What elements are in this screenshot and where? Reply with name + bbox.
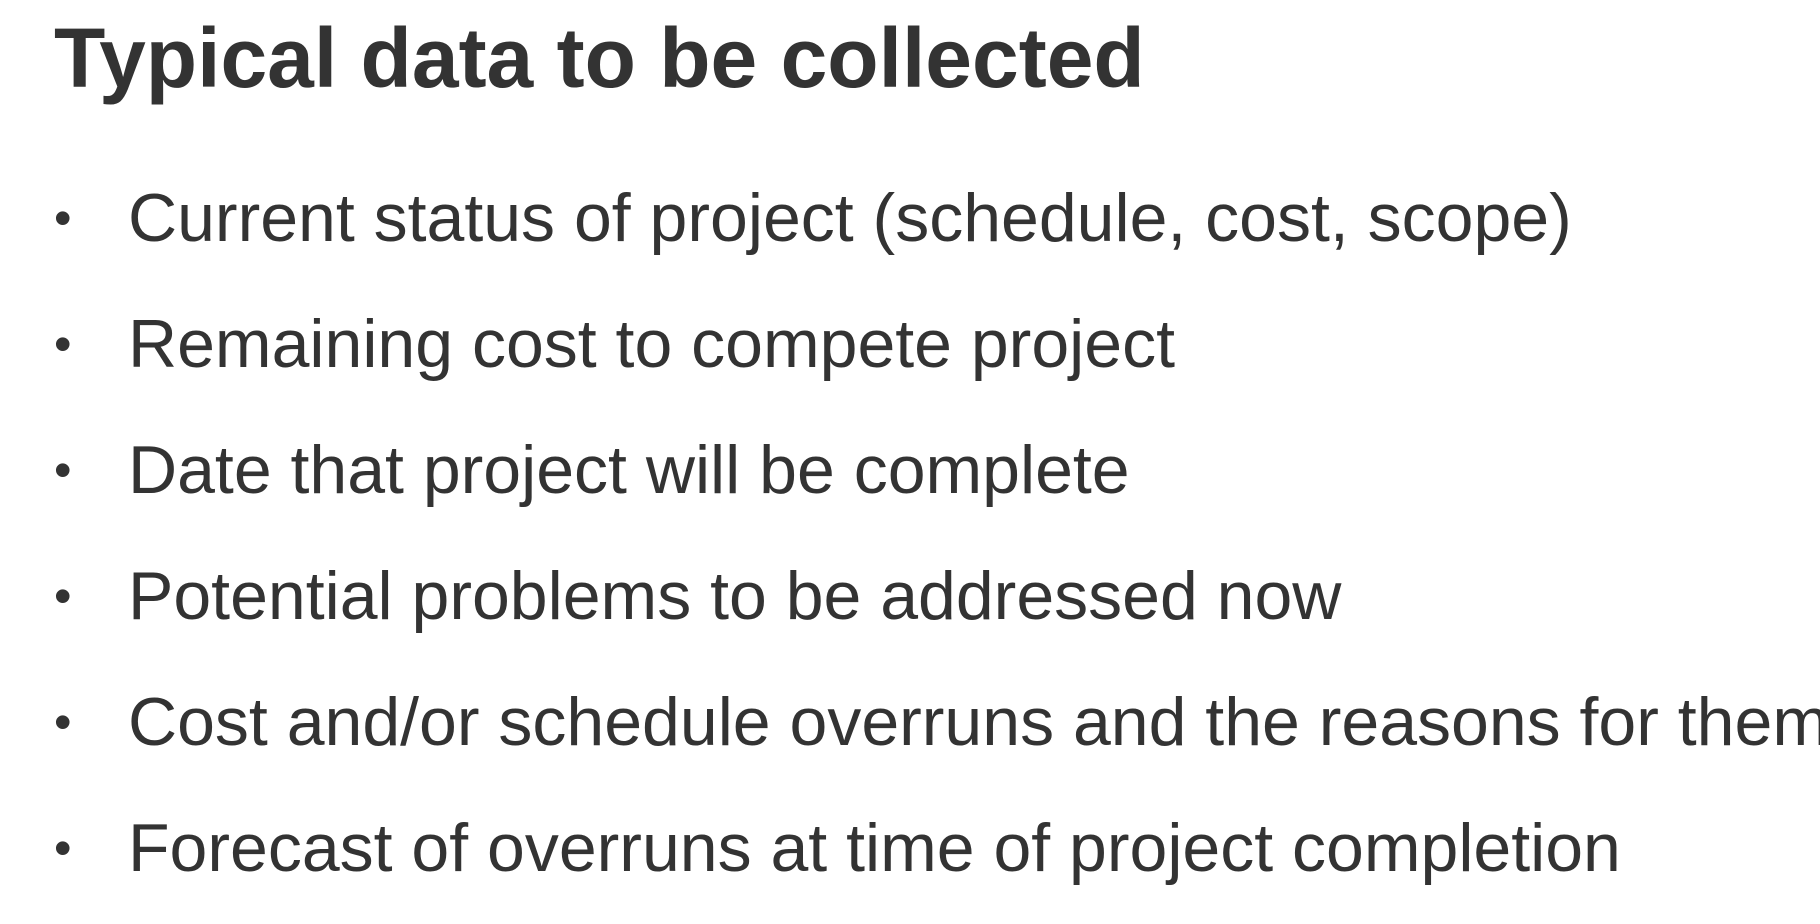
bullet-text: Date that project will be complete (128, 432, 1130, 508)
bullet-item: • Potential problems to be addressed now (54, 546, 1814, 672)
bullet-text: Cost and/or schedule overruns and the re… (128, 684, 1820, 760)
bullet-item: • Current status of project (schedule, c… (54, 168, 1814, 294)
bullet-item: • Forecast of overruns at time of projec… (54, 798, 1814, 924)
bullet-text: Forecast of overruns at time of project … (128, 810, 1621, 886)
bullet-icon: • (54, 694, 72, 750)
bullet-icon: • (54, 316, 72, 372)
bullet-text: Remaining cost to compete project (128, 306, 1175, 382)
bullet-icon: • (54, 190, 72, 246)
bullet-icon: • (54, 442, 72, 498)
bullet-icon: • (54, 568, 72, 624)
bullet-icon: • (54, 820, 72, 876)
bullet-list: • Current status of project (schedule, c… (54, 168, 1820, 924)
bullet-text: Current status of project (schedule, cos… (128, 180, 1572, 256)
bullet-text: Potential problems to be addressed now (128, 558, 1342, 634)
bullet-item: • Cost and/or schedule overruns and the … (54, 672, 1820, 798)
bullet-item: • Remaining cost to compete project (54, 294, 1814, 420)
slide: Typical data to be collected • Current s… (0, 0, 1820, 922)
bullet-item: • Date that project will be complete (54, 420, 1814, 546)
slide-title: Typical data to be collected (54, 11, 1145, 105)
